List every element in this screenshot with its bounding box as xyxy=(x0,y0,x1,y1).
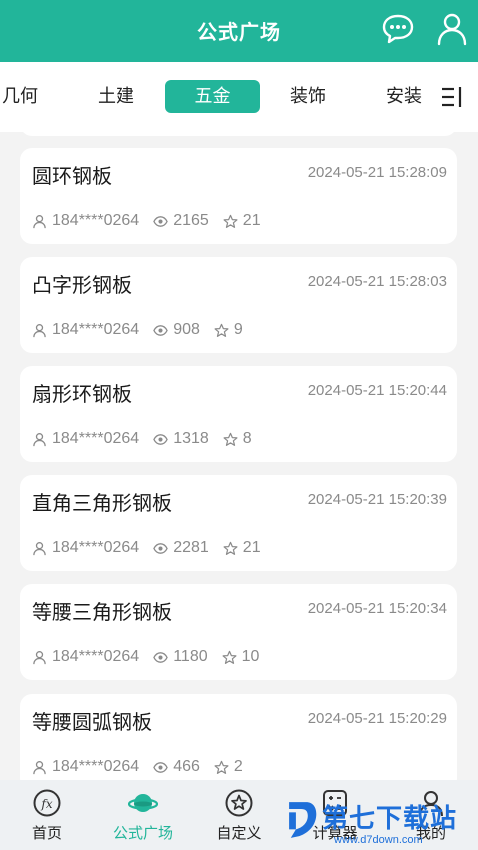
tab-decoration[interactable]: 装饰 xyxy=(290,80,326,113)
person-icon xyxy=(33,760,46,774)
tab-hardware[interactable]: 五金 xyxy=(165,80,260,113)
star-count: 2 xyxy=(233,758,243,775)
formula-meta: 184****0264 466 2 xyxy=(32,756,243,778)
formula-date: 2024-05-21 15:28:09 xyxy=(307,164,447,181)
formula-date: 2024-05-21 15:20:29 xyxy=(307,710,447,727)
person-icon xyxy=(33,541,46,555)
eye-icon xyxy=(153,215,168,227)
svg-text:fx: fx xyxy=(40,797,52,811)
formula-date: 2024-05-21 15:20:44 xyxy=(307,382,447,399)
view-count: 1180 xyxy=(173,648,208,665)
person-icon xyxy=(33,214,46,228)
nav-label: 自定义 xyxy=(216,824,262,842)
star-icon xyxy=(222,650,237,664)
tab-geometry[interactable]: 几何 xyxy=(2,80,38,113)
watermark-text: 第七下载站 xyxy=(322,804,458,834)
view-count: 466 xyxy=(173,758,200,775)
formula-card[interactable]: 等腰三角形钢板 2024-05-21 15:20:34 184****0264 … xyxy=(20,584,457,680)
user-icon[interactable] xyxy=(436,12,468,46)
formula-name: 扇形环钢板 xyxy=(32,382,132,406)
view-count: 908 xyxy=(173,321,200,338)
formula-name: 凸字形钢板 xyxy=(32,273,132,297)
nav-formula-square[interactable]: 公式广场 xyxy=(98,788,188,846)
top-bar: 公式广场 xyxy=(0,0,478,62)
author: 184****0264 xyxy=(52,539,140,556)
eye-icon xyxy=(153,324,168,336)
nav-label: 首页 xyxy=(31,824,62,842)
previous-card-edge xyxy=(20,132,457,136)
formula-meta: 184****0264 2165 21 xyxy=(32,210,261,232)
formula-date: 2024-05-21 15:20:34 xyxy=(307,600,447,617)
formula-card[interactable]: 圆环钢板 2024-05-21 15:28:09 184****0264 216… xyxy=(20,148,457,244)
watermark: 第七下载站 www.d7down.com xyxy=(282,788,478,850)
view-count: 2165 xyxy=(173,212,209,229)
tab-civil[interactable]: 土建 xyxy=(98,80,134,113)
view-count: 1318 xyxy=(173,430,209,447)
formula-card[interactable]: 等腰圆弧钢板 2024-05-21 15:20:29 184****0264 4… xyxy=(20,694,457,780)
formula-meta: 184****0264 908 9 xyxy=(32,319,243,341)
author: 184****0264 xyxy=(52,430,140,447)
author: 184****0264 xyxy=(52,758,140,775)
planet-icon xyxy=(128,794,158,812)
watermark-logo xyxy=(289,802,317,838)
formula-name: 等腰圆弧钢板 xyxy=(32,710,152,734)
star-count: 21 xyxy=(242,212,261,229)
fx-icon: fx xyxy=(33,789,61,817)
app: 公式广场 几何 土建 五金 装饰 安装 圆环钢板 2024-05-21 15:2… xyxy=(0,0,478,850)
star-count: 10 xyxy=(241,648,260,665)
eye-icon xyxy=(153,433,168,445)
formula-card[interactable]: 直角三角形钢板 2024-05-21 15:20:39 184****0264 … xyxy=(20,475,457,571)
formula-list[interactable]: 圆环钢板 2024-05-21 15:28:09 184****0264 216… xyxy=(0,132,478,780)
star-icon xyxy=(214,760,229,774)
formula-card[interactable]: 扇形环钢板 2024-05-21 15:20:44 184****0264 13… xyxy=(20,366,457,462)
formula-card[interactable]: 凸字形钢板 2024-05-21 15:28:03 184****0264 90… xyxy=(20,257,457,353)
star-icon xyxy=(223,432,238,446)
star-icon xyxy=(214,323,229,337)
star-circle-icon xyxy=(225,789,253,817)
star-icon xyxy=(223,214,238,228)
person-icon xyxy=(33,432,46,446)
formula-name: 等腰三角形钢板 xyxy=(32,600,172,624)
formula-name: 直角三角形钢板 xyxy=(32,491,172,515)
star-count: 8 xyxy=(242,430,252,447)
nav-label: 公式广场 xyxy=(112,824,173,842)
formula-date: 2024-05-21 15:28:03 xyxy=(307,273,447,290)
watermark-url: www.d7down.com xyxy=(334,834,423,846)
formula-date: 2024-05-21 15:20:39 xyxy=(307,491,447,508)
eye-icon xyxy=(153,761,168,773)
star-count: 9 xyxy=(233,321,243,338)
star-count: 21 xyxy=(242,539,261,556)
formula-meta: 184****0264 2281 21 xyxy=(32,537,261,559)
person-icon xyxy=(33,323,46,337)
formula-meta: 184****0264 1318 8 xyxy=(32,428,252,450)
view-count: 2281 xyxy=(173,539,209,556)
tab-installation[interactable]: 安装 xyxy=(386,80,422,113)
message-icon[interactable] xyxy=(381,12,415,46)
author: 184****0264 xyxy=(52,648,140,665)
nav-home[interactable]: fx 首页 xyxy=(2,788,92,846)
nav-custom[interactable]: 自定义 xyxy=(194,788,284,846)
formula-name: 圆环钢板 xyxy=(32,164,112,188)
author: 184****0264 xyxy=(52,321,140,338)
menu-icon[interactable] xyxy=(440,84,466,110)
author: 184****0264 xyxy=(52,212,140,229)
star-icon xyxy=(223,541,238,555)
person-icon xyxy=(33,650,46,664)
category-tabs: 几何 土建 五金 装饰 安装 xyxy=(0,62,478,132)
eye-icon xyxy=(153,651,168,663)
eye-icon xyxy=(153,542,168,554)
formula-meta: 184****0264 1180 10 xyxy=(32,646,259,668)
